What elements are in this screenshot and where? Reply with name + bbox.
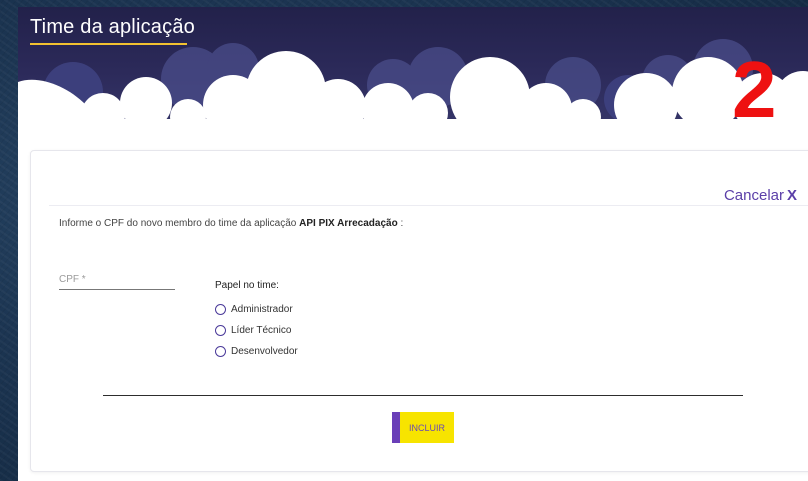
header-banner: Time da aplicação 2: [18, 7, 808, 152]
app-name: API PIX Arrecadação: [299, 218, 398, 229]
role-option-label: Desenvolvedor: [231, 346, 298, 357]
role-option-administrador[interactable]: Administrador: [215, 304, 293, 315]
step-number: 2: [732, 45, 777, 134]
radio-button[interactable]: [215, 346, 226, 357]
instruction-suffix: :: [397, 218, 404, 229]
add-member-card: Cancelar X Informe o CPF do novo membro d…: [30, 150, 808, 472]
cancel-label: Cancelar: [723, 187, 784, 204]
instruction-prefix: Informe o CPF do novo membro do time da …: [59, 218, 297, 229]
include-button[interactable]: INCLUIR: [392, 412, 454, 443]
role-option-label: Administrador: [231, 304, 293, 315]
cancel-button[interactable]: Cancelar X: [724, 187, 797, 204]
bottom-divider: [103, 395, 743, 396]
role-option-label: Líder Técnico: [231, 325, 292, 336]
top-divider: [49, 205, 808, 206]
role-label: Papel no time:: [215, 280, 279, 291]
role-option-lider-tecnico[interactable]: Líder Técnico: [215, 325, 291, 336]
page-title: Time da aplicação: [30, 16, 195, 38]
radio-button[interactable]: [215, 304, 226, 315]
title-underline: [30, 43, 187, 45]
radio-button[interactable]: [215, 325, 226, 336]
app-frame: Time da aplicação 2 Cancelar X Informe o …: [18, 7, 808, 481]
role-option-desenvolvedor[interactable]: Desenvolvedor: [215, 346, 298, 357]
cpf-input[interactable]: [59, 269, 175, 290]
close-icon: X: [786, 187, 797, 204]
instruction-text: Informe o CPF do novo membro do time da …: [59, 218, 403, 229]
